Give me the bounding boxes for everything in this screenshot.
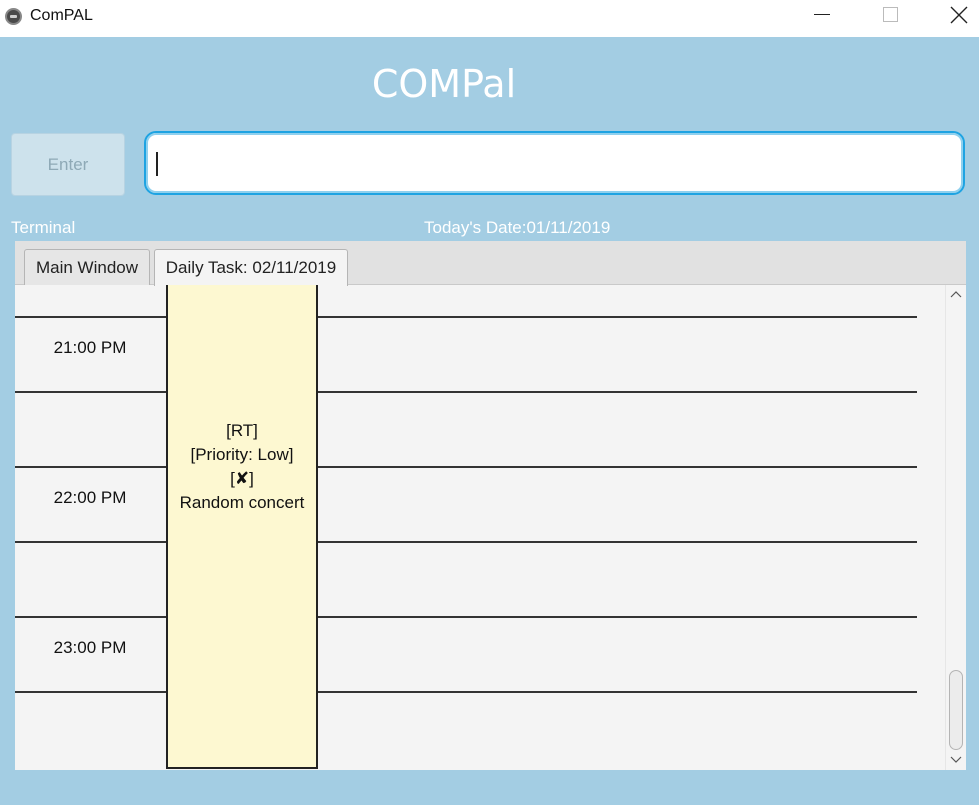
- time-divider: [15, 316, 917, 318]
- app-heading: COMPal: [371, 62, 517, 106]
- terminal-label: Terminal: [11, 218, 76, 237]
- event-block[interactable]: [RT] [Priority: Low] [✘] Random concert: [166, 285, 318, 769]
- time-divider: [15, 541, 917, 543]
- command-input[interactable]: [144, 131, 965, 195]
- event-details: [RT] [Priority: Low] [✘] Random concert: [168, 419, 316, 515]
- maximize-button[interactable]: [866, 0, 912, 30]
- scroll-thumb[interactable]: [949, 670, 963, 750]
- scroll-down-icon[interactable]: [950, 755, 962, 765]
- time-divider: [15, 691, 917, 693]
- time-divider: [15, 466, 917, 468]
- enter-button[interactable]: Enter: [11, 133, 125, 196]
- event-priority: [Priority: Low]: [190, 445, 294, 464]
- title-bar: ComPAL: [0, 0, 979, 37]
- time-label: 22:00 PM: [53, 488, 127, 507]
- vertical-scrollbar[interactable]: [945, 285, 966, 770]
- tab-daily-task[interactable]: Daily Task: 02/11/2019: [154, 249, 348, 286]
- scroll-up-icon[interactable]: [950, 289, 962, 299]
- event-status: [✘]: [230, 469, 254, 488]
- tab-pane: Main Window Daily Task: 02/11/2019 21:00…: [15, 241, 966, 770]
- tab-bar: Main Window Daily Task: 02/11/2019: [15, 241, 966, 286]
- tab-main-window[interactable]: Main Window: [24, 249, 150, 285]
- time-divider: [15, 391, 917, 393]
- text-caret: [156, 152, 158, 176]
- close-icon: [950, 6, 968, 24]
- window-title: ComPAL: [30, 7, 93, 24]
- time-label: 21:00 PM: [53, 338, 127, 357]
- event-name: Random concert: [179, 493, 305, 512]
- app-icon: [5, 8, 22, 25]
- todays-date-label: Today's Date:01/11/2019: [424, 218, 611, 237]
- minimize-button[interactable]: [798, 0, 844, 30]
- time-divider: [15, 616, 917, 618]
- time-label: 23:00 PM: [53, 638, 127, 657]
- close-button[interactable]: [936, 0, 979, 30]
- event-type: [RT]: [226, 421, 258, 440]
- daily-schedule[interactable]: 21:00 PM 22:00 PM 23:00 PM [RT] [Priorit…: [15, 285, 945, 770]
